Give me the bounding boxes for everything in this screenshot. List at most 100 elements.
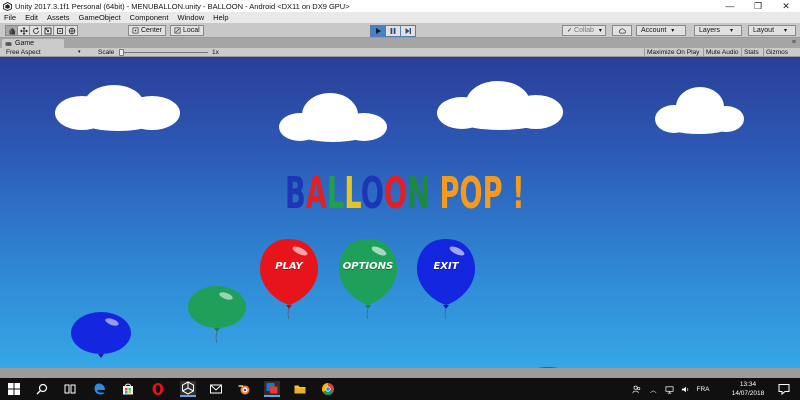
layers-dropdown[interactable]: Layers ▾ <box>694 25 742 36</box>
cloud <box>654 85 744 135</box>
mail-icon[interactable] <box>208 381 224 397</box>
account-label: Account <box>641 27 667 34</box>
red-balloon-shape <box>260 239 318 320</box>
menu-window[interactable]: Window <box>177 13 204 22</box>
account-caret-icon: ▾ <box>671 28 675 34</box>
volume-icon[interactable] <box>681 385 690 394</box>
windows-taskbar: ︿ FRA 13:34 14/07/2018 <box>0 378 800 400</box>
play-balloon-button[interactable]: PLAY <box>258 237 320 320</box>
rotate-icon <box>32 26 39 34</box>
scale-icon <box>44 27 51 34</box>
scale-slider-handle[interactable] <box>119 49 124 56</box>
pivot-local-icon <box>174 27 181 34</box>
transform-tool-button[interactable] <box>65 25 78 36</box>
chrome-icon[interactable] <box>320 381 336 397</box>
play-button[interactable] <box>370 25 386 37</box>
cloud-shape <box>437 81 563 130</box>
minimize-button[interactable]: — <box>716 0 744 12</box>
game-title: BALLOON POP ! <box>285 164 525 224</box>
close-button[interactable]: ✕ <box>772 0 800 12</box>
game-title-letter: O <box>360 168 384 219</box>
tab-game[interactable]: Game <box>2 39 64 48</box>
tab-game-label: Game <box>15 40 35 47</box>
step-icon <box>405 28 411 34</box>
windows-start-icon[interactable] <box>6 381 22 397</box>
cloud <box>54 83 182 133</box>
game-title-letter: O <box>383 168 408 219</box>
menu-gameobject[interactable]: GameObject <box>79 13 121 22</box>
messenger-icon[interactable] <box>264 381 280 397</box>
game-title-letter: P <box>439 168 460 219</box>
step-button[interactable] <box>400 25 416 37</box>
game-view[interactable]: BALLOON POP ! PLAY OPTIONS EXIT <box>0 57 800 368</box>
green-balloon-shape <box>339 239 397 320</box>
menu-bar: File Edit Assets GameObject Component Wi… <box>0 12 800 23</box>
transform-tools <box>5 25 78 36</box>
cloud <box>278 91 388 143</box>
exit-balloon-button[interactable]: EXIT <box>415 237 477 320</box>
pivot-center-label: Center <box>141 27 163 34</box>
game-title-letter: L <box>344 168 361 219</box>
cloud-button[interactable] <box>612 25 632 36</box>
language-indicator[interactable]: FRA <box>697 386 710 393</box>
mute-audio-toggle[interactable]: Mute Audio <box>703 48 741 57</box>
unity-app-icon <box>3 1 12 11</box>
balloon-shape <box>71 312 131 358</box>
blender-icon[interactable] <box>236 381 252 397</box>
taskbar-clock[interactable]: 13:34 14/07/2018 <box>728 380 768 398</box>
edge-icon[interactable] <box>92 381 108 397</box>
transform-icon <box>68 27 75 34</box>
collab-check-icon: ✓ <box>567 28 573 34</box>
search-icon[interactable] <box>34 381 50 397</box>
scale-slider-track[interactable] <box>120 52 208 53</box>
opera-icon[interactable] <box>150 381 166 397</box>
stats-toggle[interactable]: Stats <box>741 48 761 57</box>
game-title-letter: N <box>407 168 430 219</box>
menu-component[interactable]: Component <box>130 13 169 22</box>
layers-caret-icon: ▾ <box>730 28 734 34</box>
clock-date: 14/07/2018 <box>731 390 765 397</box>
menu-file[interactable]: File <box>4 13 16 22</box>
collab-button[interactable]: ✓ Collab ▾ <box>562 25 606 36</box>
scale-label: Scale <box>98 49 115 56</box>
task-view-icon[interactable] <box>62 381 78 397</box>
game-title-letter <box>430 168 440 219</box>
maximize-button[interactable]: ❐ <box>744 0 772 12</box>
layout-dropdown[interactable]: Layout ▾ <box>748 25 796 36</box>
pause-button[interactable] <box>385 25 401 37</box>
unity-icon[interactable] <box>180 381 196 397</box>
playback-controls <box>370 25 416 37</box>
notifications-icon[interactable] <box>776 381 792 397</box>
layout-label: Layout <box>753 27 775 34</box>
options-balloon-button[interactable]: OPTIONS <box>337 237 399 320</box>
decorative-balloon-green <box>186 285 248 344</box>
cloud-shape <box>655 87 744 134</box>
people-icon[interactable] <box>632 385 641 394</box>
layers-label: Layers <box>699 27 721 34</box>
menu-assets[interactable]: Assets <box>47 13 70 22</box>
pivot-center-icon <box>132 27 139 34</box>
cloud-shape <box>279 93 387 142</box>
menu-help[interactable]: Help <box>213 13 228 22</box>
window-title: Unity 2017.3.1f1 Personal (64bit) - MENU… <box>15 1 350 11</box>
balloon-shape <box>188 286 246 344</box>
decorative-balloon-blue <box>70 311 132 361</box>
pivot-local-button[interactable]: Local <box>170 25 204 36</box>
file-explorer-icon[interactable] <box>292 381 308 397</box>
panel-menu-icon[interactable]: ≡ <box>792 39 796 46</box>
maximize-on-play-toggle[interactable]: Maximize On Play <box>644 48 701 57</box>
exit-label: EXIT <box>433 261 459 272</box>
play-icon <box>376 28 381 34</box>
game-title-letter: O <box>459 168 483 219</box>
tray-chevron-icon[interactable]: ︿ <box>650 384 657 394</box>
menu-edit[interactable]: Edit <box>25 13 38 22</box>
layout-caret-icon: ▾ <box>784 28 788 34</box>
network-icon[interactable] <box>665 385 674 394</box>
game-title-letter: L <box>326 168 345 219</box>
clock-time: 13:34 <box>739 381 757 388</box>
store-icon[interactable] <box>120 381 136 397</box>
account-dropdown[interactable]: Account ▾ <box>636 25 686 36</box>
pivot-center-button[interactable]: Center <box>128 25 167 36</box>
gizmos-dropdown[interactable]: Gizmos <box>763 48 790 57</box>
aspect-dropdown[interactable]: Free Aspect <box>6 48 41 57</box>
